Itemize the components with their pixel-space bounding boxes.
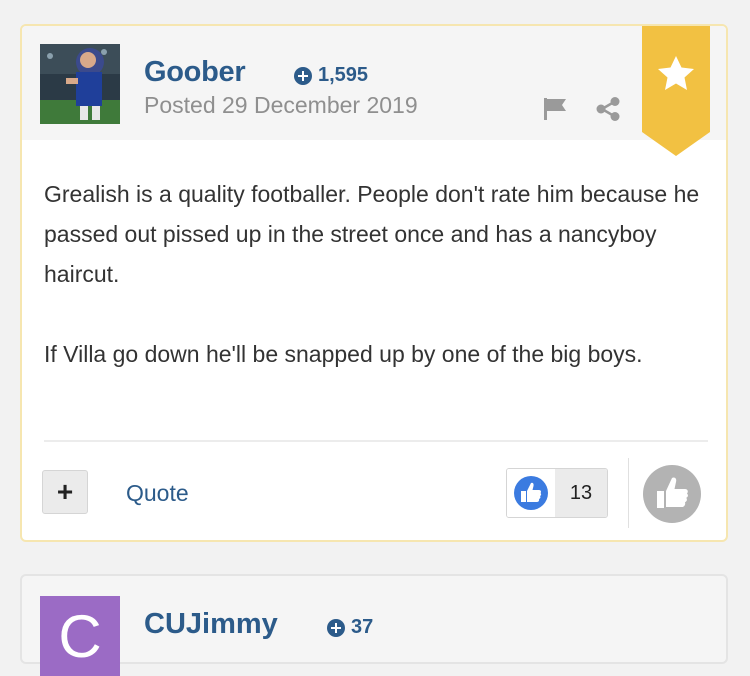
author-name[interactable]: Goober [144,56,246,89]
post-header: Goober 1,595 Posted 29 December 2019 [22,26,726,140]
avatar[interactable] [40,44,120,124]
post-content: Grealish is a quality footballer. People… [44,174,704,414]
star-ribbon-icon [642,26,710,163]
reaction-count: 13 [555,469,607,517]
divider [628,458,629,528]
reaction-summary[interactable]: 13 [506,468,608,518]
post-date[interactable]: Posted 29 December 2019 [144,92,418,119]
post: Goober 1,595 Posted 29 December 2019 Gre… [20,24,728,542]
quote-button[interactable]: Quote [126,480,189,507]
post-paragraph: Grealish is a quality footballer. People… [44,181,700,287]
next-post: C CUJimmy 37 [20,574,728,676]
thumbs-up-icon [643,465,701,523]
flag-icon[interactable] [542,96,568,125]
thumbs-up-icon [507,469,555,517]
reputation-badge[interactable]: 37 [327,616,373,639]
reputation-count: 37 [351,616,374,638]
reputation-badge[interactable]: 1,595 [294,64,368,87]
author-name[interactable]: CUJimmy [144,608,278,641]
plus-circle-icon [294,66,312,85]
multiquote-button[interactable]: + [42,470,88,514]
post-paragraph: If Villa go down he'll be snapped up by … [44,341,643,367]
plus-circle-icon [327,618,345,637]
divider [44,440,708,442]
reputation-count: 1,595 [318,64,369,86]
avatar[interactable]: C [40,596,120,676]
react-button[interactable] [642,464,702,529]
share-icon[interactable] [595,96,621,127]
